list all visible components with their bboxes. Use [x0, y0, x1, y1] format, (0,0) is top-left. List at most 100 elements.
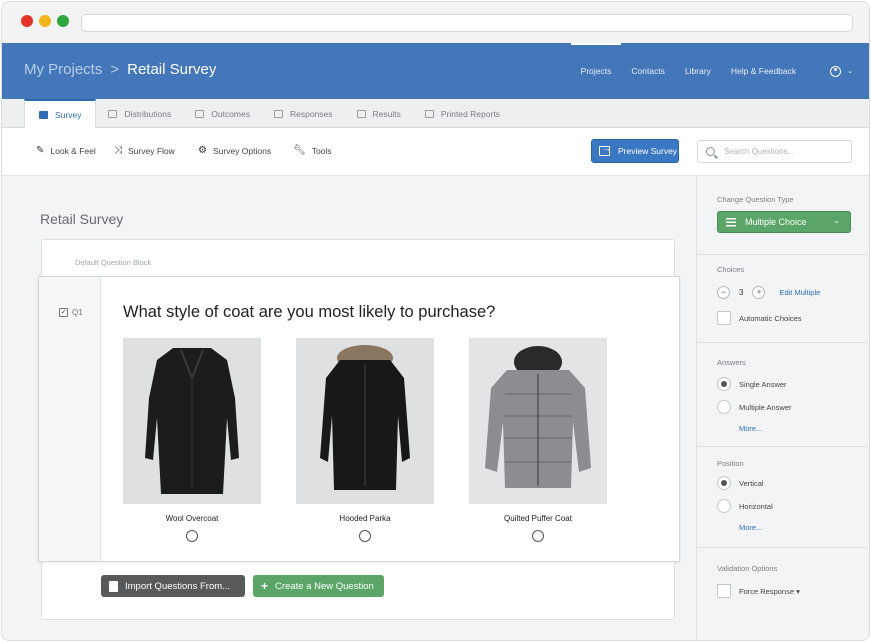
search-icon: [706, 147, 715, 156]
preview-icon: [599, 143, 611, 156]
preview-survey-button[interactable]: Preview Survey: [591, 139, 679, 163]
import-questions-button[interactable]: Import Questions From...: [101, 575, 245, 597]
radio[interactable]: [717, 400, 731, 414]
choice-label: Wool Overcoat: [165, 514, 219, 523]
automatic-choices-label: Automatic Choices: [739, 313, 802, 323]
choice-hooded-parka[interactable]: Hooded Parka: [296, 338, 434, 542]
nav-help-feedback[interactable]: Help & Feedback: [721, 43, 806, 99]
user-menu[interactable]: ⌄: [806, 43, 869, 99]
question-sidebar: ✓ Q1: [39, 277, 101, 561]
import-questions-label: Import Questions From...: [125, 580, 231, 592]
breadcrumb: My Projects > Retail Survey: [24, 61, 216, 78]
survey-options-label: Survey Options: [212, 145, 272, 156]
survey-options-button[interactable]: ⚙ Survey Options: [198, 145, 271, 156]
report-icon: [424, 109, 434, 118]
divider: [697, 254, 869, 255]
close-window-dot[interactable]: [21, 15, 33, 27]
create-question-button[interactable]: + Create a New Question: [253, 575, 384, 597]
chart-icon: [356, 109, 366, 118]
divider: [697, 446, 869, 447]
vertical-option[interactable]: Vertical: [717, 476, 764, 490]
tab-outcomes-label: Outcomes: [211, 108, 250, 119]
app-window: My Projects > Retail Survey Projects Conta…: [1, 1, 870, 641]
position-more-link[interactable]: More...: [739, 523, 762, 532]
tab-printed-reports[interactable]: Printed Reports: [413, 99, 512, 128]
increment-choices-button[interactable]: +: [752, 286, 766, 299]
address-bar[interactable]: [81, 14, 853, 32]
outcomes-icon: [195, 109, 205, 118]
tab-responses-label: Responses: [290, 108, 333, 119]
choices-stepper: − 3 + Edit Multiple: [717, 286, 820, 299]
choices-heading: Choices: [717, 265, 745, 274]
choices-count: 3: [739, 288, 744, 297]
edit-multiple-link[interactable]: Edit Multiple: [779, 288, 820, 297]
top-nav: Projects Contacts Library Help & Feedbac…: [570, 43, 869, 99]
question-card[interactable]: ✓ Q1 What style of coat are you most lik…: [38, 276, 680, 562]
checkbox[interactable]: [717, 584, 731, 598]
search-questions-input[interactable]: Search Questions...: [697, 140, 852, 163]
chevron-down-icon: ⌄: [833, 216, 840, 225]
automatic-choices-checkbox[interactable]: Automatic Choices: [717, 311, 802, 325]
single-answer-option[interactable]: Single Answer: [717, 377, 787, 391]
tab-distributions-label: Distributions: [124, 108, 172, 119]
tools-button[interactable]: 🔧︎ Tools: [293, 145, 332, 156]
choice-radio[interactable]: [186, 530, 198, 542]
brush-icon: ✎: [36, 145, 45, 156]
nav-projects[interactable]: Projects: [570, 43, 622, 99]
nav-library[interactable]: Library: [675, 43, 721, 99]
survey-flow-button[interactable]: ⤨ Survey Flow: [114, 145, 175, 156]
responses-icon: [274, 109, 283, 118]
preview-survey-label: Preview Survey: [618, 146, 678, 156]
tab-survey[interactable]: Survey: [24, 99, 97, 129]
wool-overcoat-image: [123, 338, 261, 504]
choice-label: Quilted Puffer Coat: [504, 514, 572, 523]
radio[interactable]: [717, 499, 731, 513]
question-options-panel: Change Question Type Multiple Choice ⌄ C…: [696, 176, 869, 640]
breadcrumb-separator: >: [110, 61, 120, 78]
minimize-window-dot[interactable]: [39, 15, 51, 27]
force-response-label: Force Response ▾: [739, 586, 800, 596]
question-select-checkbox[interactable]: ✓: [59, 308, 68, 317]
look-feel-button[interactable]: ✎ Look & Feel: [36, 145, 96, 156]
tab-distributions[interactable]: Distributions: [96, 99, 183, 128]
question-text[interactable]: What style of coat are you most likely t…: [123, 303, 495, 322]
tab-responses[interactable]: Responses: [262, 99, 345, 128]
tab-results[interactable]: Results: [345, 99, 413, 128]
flow-icon: ⤨: [114, 145, 122, 156]
divider: [697, 342, 869, 343]
question-type-value: Multiple Choice: [745, 217, 807, 227]
document-icon: [109, 580, 118, 592]
survey-editor: Retail Survey Default Question Block ✓ Q…: [2, 176, 696, 640]
decrement-choices-button[interactable]: −: [717, 286, 730, 299]
question-type-dropdown[interactable]: Multiple Choice ⌄: [717, 211, 851, 233]
choice-wool-overcoat[interactable]: Wool Overcoat: [123, 338, 261, 542]
single-answer-label: Single Answer: [739, 379, 787, 389]
horizontal-option[interactable]: Horizontal: [717, 499, 773, 513]
gear-icon: ⚙: [198, 145, 207, 156]
choice-radio[interactable]: [532, 530, 544, 542]
choice-quilted-puffer-coat[interactable]: Quilted Puffer Coat: [469, 338, 607, 542]
plus-icon: +: [261, 579, 269, 593]
tab-outcomes[interactable]: Outcomes: [183, 99, 262, 128]
nav-contacts[interactable]: Contacts: [621, 43, 675, 99]
change-type-heading: Change Question Type: [717, 195, 794, 204]
choice-radio[interactable]: [359, 530, 371, 542]
breadcrumb-my-projects[interactable]: My Projects: [24, 61, 102, 78]
survey-title: Retail Survey: [40, 211, 124, 227]
hooded-parka-image: [296, 338, 434, 504]
horizontal-label: Horizontal: [739, 501, 773, 511]
tools-label: Tools: [311, 145, 332, 156]
send-icon: [108, 109, 118, 118]
checkbox[interactable]: [717, 311, 731, 325]
block-label[interactable]: Default Question Block: [75, 258, 151, 267]
force-response-option[interactable]: Force Response ▾: [717, 584, 800, 598]
maximize-window-dot[interactable]: [57, 15, 69, 27]
user-icon: [830, 65, 842, 77]
radio-selected[interactable]: [717, 476, 731, 490]
question-block: Default Question Block ✓ Q1 What style o…: [38, 239, 680, 620]
answers-more-link[interactable]: More...: [739, 424, 762, 433]
radio-selected[interactable]: [717, 377, 731, 391]
multiple-answer-option[interactable]: Multiple Answer: [717, 400, 792, 414]
browser-chrome: [2, 2, 869, 43]
divider: [697, 547, 869, 548]
